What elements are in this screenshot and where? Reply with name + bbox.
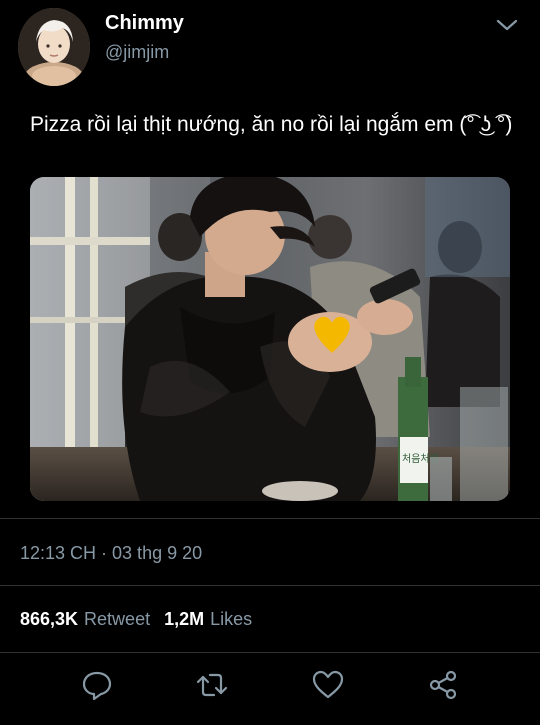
like-label[interactable]: Likes — [210, 609, 252, 630]
chevron-down-icon[interactable] — [494, 14, 520, 36]
tweet-timestamp[interactable]: 12:13 CH · 03 thg 9 20 — [20, 543, 202, 564]
divider — [0, 518, 540, 519]
like-count[interactable]: 1,2M — [164, 609, 204, 630]
avatar[interactable] — [18, 8, 90, 86]
divider — [0, 585, 540, 586]
tweet-photo[interactable]: 처음처럼 — [30, 177, 510, 501]
reply-icon[interactable] — [80, 668, 114, 702]
user-handle[interactable]: @jimjim — [105, 42, 169, 63]
retweet-count[interactable]: 866,3K — [20, 609, 78, 630]
retweet-icon[interactable] — [195, 668, 229, 702]
tweet-stats: 866,3K Retweet 1,2M Likes — [20, 609, 266, 630]
tweet-text: Pizza rồi lại thịt nướng, ăn no rồi lại … — [30, 113, 513, 136]
retweet-label[interactable]: Retweet — [84, 609, 150, 630]
tweet-actions — [0, 668, 540, 708]
share-icon[interactable] — [426, 668, 460, 702]
display-name[interactable]: Chimmy — [105, 12, 184, 35]
divider — [0, 652, 540, 653]
heart-icon[interactable] — [311, 668, 345, 702]
